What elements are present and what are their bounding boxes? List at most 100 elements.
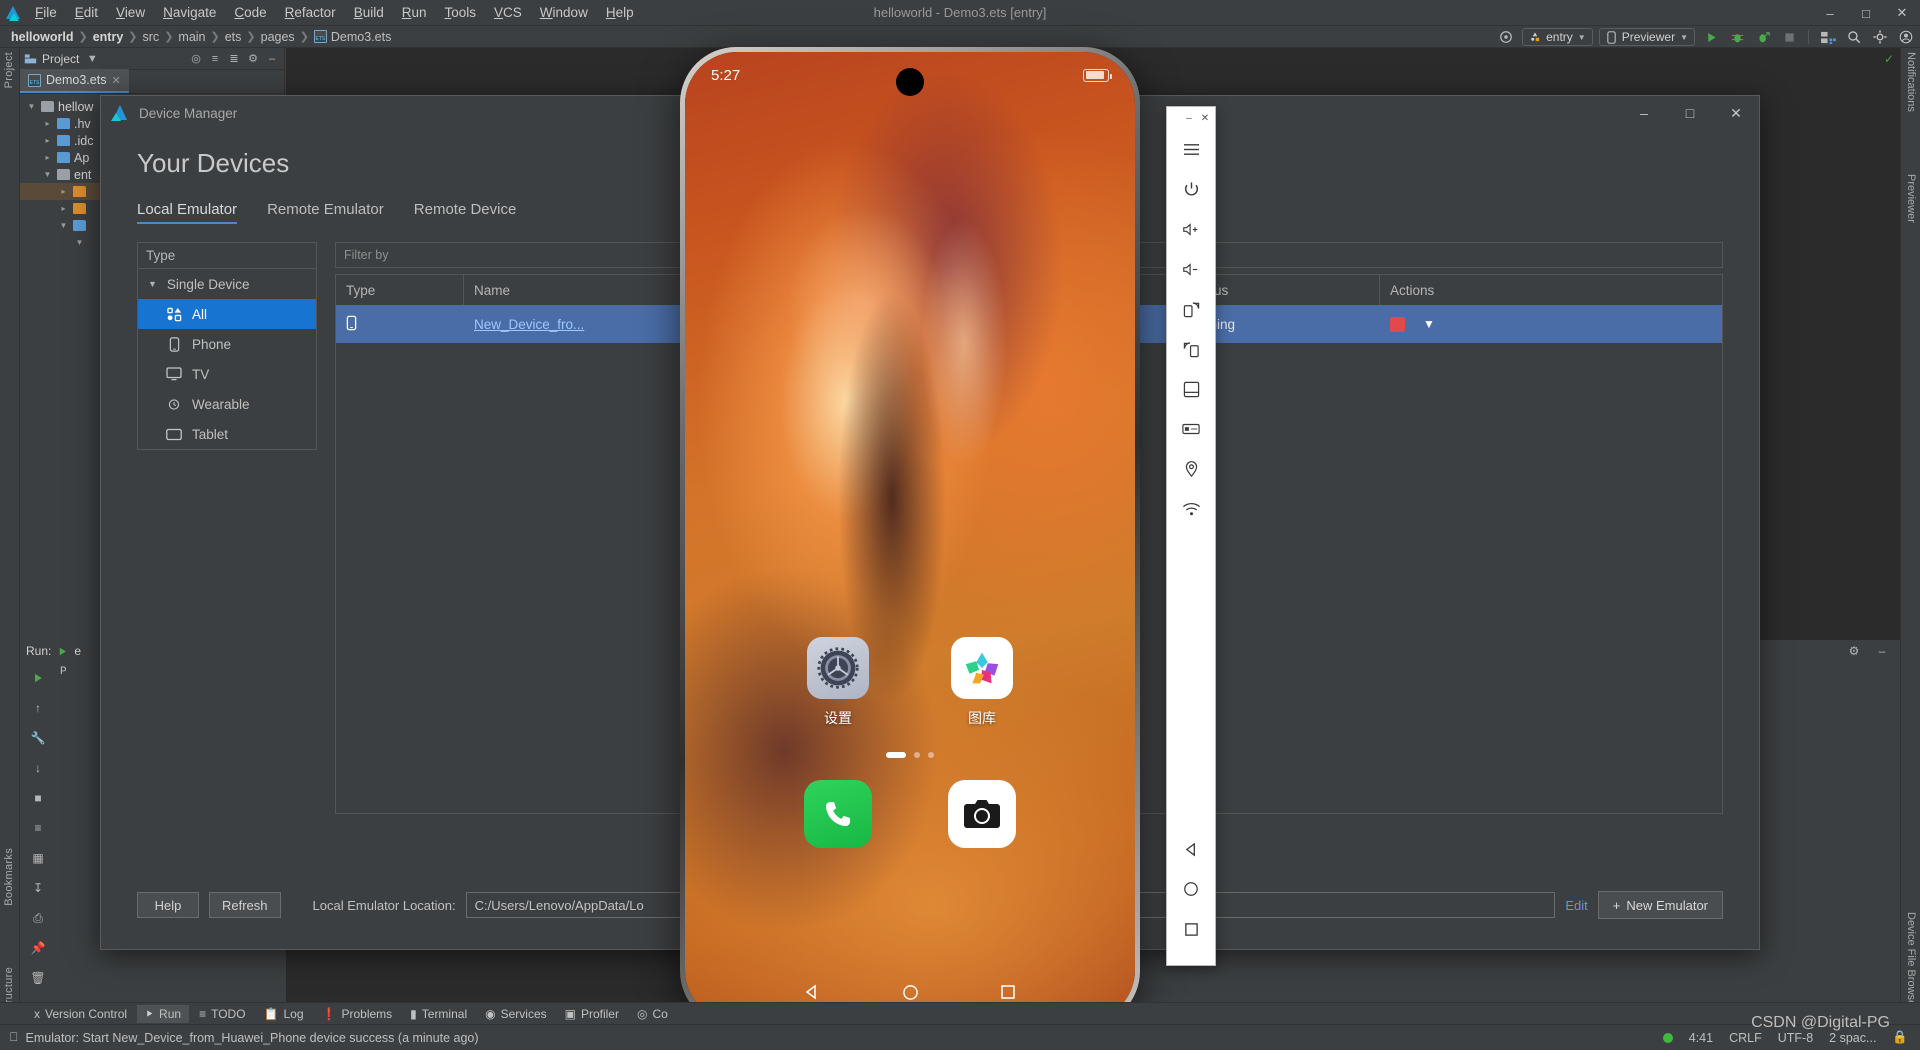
chevron-right-icon[interactable]: ▸	[42, 153, 53, 162]
account-icon[interactable]	[1896, 28, 1916, 46]
tool-window-coverage[interactable]: ◎ Co	[629, 1005, 676, 1023]
delete-icon[interactable]: 🗑	[28, 968, 48, 988]
device-name-link[interactable]: New_Device_fro...	[474, 317, 584, 332]
type-filter-tv[interactable]: TV	[138, 359, 316, 389]
print-icon[interactable]: ⎙	[28, 908, 48, 928]
menu-item-build[interactable]: Build	[345, 2, 393, 23]
home-icon[interactable]	[1167, 869, 1215, 909]
breadcrumb-ets[interactable]: ets	[222, 30, 245, 44]
file-encoding[interactable]: UTF-8	[1778, 1031, 1813, 1045]
wrench-icon[interactable]: 🔧	[28, 728, 48, 748]
tab-local-emulator[interactable]: Local Emulator	[137, 201, 238, 224]
caret-position[interactable]: 4:41	[1689, 1031, 1713, 1045]
rotate-left-icon[interactable]	[1167, 289, 1215, 329]
emulator-screen[interactable]: 5:27 设置 图库	[685, 52, 1135, 1022]
collapse-all-icon[interactable]: ≣	[226, 51, 242, 67]
wifi-icon[interactable]	[1167, 489, 1215, 529]
menu-item-file[interactable]: File	[26, 2, 66, 23]
chevron-down-icon[interactable]: ▼	[58, 221, 69, 230]
sidebar-tab-device-file-browser[interactable]: Device File Browser	[1905, 912, 1917, 1010]
stop-icon[interactable]	[1779, 28, 1799, 46]
column-header-type[interactable]: Type	[336, 275, 464, 305]
expand-all-icon[interactable]: ≡	[207, 51, 223, 67]
run-with-profiler-icon[interactable]	[1753, 28, 1773, 46]
home-icon[interactable]	[900, 982, 920, 1002]
sidebar-tab-project[interactable]: Project	[3, 52, 15, 88]
back-icon[interactable]	[802, 982, 822, 1002]
tool-window-terminal[interactable]: ▮ Terminal	[402, 1005, 475, 1023]
page-dot[interactable]	[928, 752, 934, 758]
type-filter-wearable[interactable]: Wearable	[138, 389, 316, 419]
dialog-minimize-button[interactable]: –	[1621, 96, 1667, 130]
type-filter-tablet[interactable]: Tablet	[138, 419, 316, 449]
page-dot-active[interactable]	[886, 752, 906, 758]
status-message[interactable]: Emulator: Start New_Device_from_Huawei_P…	[26, 1031, 479, 1045]
breadcrumb-src[interactable]: src	[140, 30, 163, 44]
page-dot[interactable]	[914, 752, 920, 758]
refresh-button[interactable]: Refresh	[209, 892, 281, 918]
column-header-name[interactable]: Name	[464, 275, 712, 305]
rerun-icon[interactable]	[28, 668, 48, 688]
chevron-down-icon[interactable]: ▼	[84, 51, 100, 67]
pin-icon[interactable]: 📌	[28, 938, 48, 958]
scroll-end-icon[interactable]: ↧	[28, 878, 48, 898]
chevron-right-icon[interactable]: ▸	[42, 136, 53, 145]
line-separator[interactable]: CRLF	[1729, 1031, 1762, 1045]
rotate-right-icon[interactable]	[1167, 329, 1215, 369]
breadcrumb-entry[interactable]: entry	[90, 30, 127, 44]
dialog-maximize-button[interactable]: □	[1667, 96, 1713, 130]
tool-window-profiler[interactable]: ▣ Profiler	[557, 1005, 627, 1023]
help-button[interactable]: Help	[137, 892, 199, 918]
volume-up-icon[interactable]	[1167, 209, 1215, 249]
maximize-button[interactable]: □	[1848, 0, 1884, 26]
control-panel-close-button[interactable]: ✕	[1199, 113, 1211, 124]
chevron-right-icon[interactable]: ▸	[58, 204, 69, 213]
debug-icon[interactable]	[1727, 28, 1747, 46]
menu-item-vcs[interactable]: VCS	[485, 2, 531, 23]
sidebar-tab-previewer[interactable]: Previewer	[1905, 174, 1917, 223]
device-selector[interactable]: Previewer ▼	[1598, 28, 1695, 46]
menu-item-edit[interactable]: Edit	[66, 2, 107, 23]
tool-window-version-control[interactable]: x Version Control	[26, 1005, 135, 1023]
module-selector[interactable]: entry ▼	[1522, 28, 1593, 46]
sidebar-tab-bookmarks[interactable]: Bookmarks	[3, 848, 15, 906]
breadcrumb-main[interactable]: main	[175, 30, 208, 44]
edit-link[interactable]: Edit	[1565, 898, 1587, 913]
recents-icon[interactable]	[1167, 909, 1215, 949]
chevron-down-icon[interactable]: ▼	[26, 102, 37, 111]
type-filter-phone[interactable]: Phone	[138, 329, 316, 359]
lock-icon[interactable]: 🔒	[1892, 1030, 1908, 1045]
menu-icon[interactable]	[1167, 129, 1215, 169]
app-gallery[interactable]: 图库	[939, 637, 1025, 728]
chevron-right-icon[interactable]: ▸	[42, 119, 53, 128]
editor-tab-demo3[interactable]: Demo3.ets ✕	[20, 69, 129, 93]
tool-window-services[interactable]: ◉ Services	[477, 1005, 555, 1023]
locate-file-icon[interactable]: ◎	[188, 51, 204, 67]
menu-item-navigate[interactable]: Navigate	[154, 2, 225, 23]
chevron-down-icon[interactable]: ▼	[1423, 317, 1435, 331]
chevron-right-icon[interactable]: ▸	[58, 187, 69, 196]
stop-icon[interactable]: ■	[28, 788, 48, 808]
power-icon[interactable]	[1167, 169, 1215, 209]
app-camera[interactable]	[939, 780, 1025, 848]
gear-icon[interactable]	[1870, 28, 1890, 46]
hide-icon[interactable]: –	[264, 51, 280, 67]
tool-window-problems[interactable]: ❗ Problems	[314, 1005, 401, 1023]
tab-remote-emulator[interactable]: Remote Emulator	[267, 201, 384, 224]
hide-icon[interactable]: –	[1872, 641, 1892, 661]
chevron-down-icon[interactable]: ▼	[42, 170, 53, 179]
type-group-single-device[interactable]: ▼ Single Device	[138, 269, 316, 299]
recents-icon[interactable]	[998, 982, 1018, 1002]
settings-icon[interactable]: ⚙	[1844, 641, 1864, 661]
menu-item-view[interactable]: View	[107, 2, 154, 23]
menu-item-help[interactable]: Help	[597, 2, 643, 23]
indent-setting[interactable]: 2 spac...	[1829, 1031, 1876, 1045]
run-icon[interactable]	[1701, 28, 1721, 46]
device-manager-icon[interactable]	[1818, 28, 1838, 46]
soft-wrap-icon[interactable]: ≡	[28, 818, 48, 838]
location-icon[interactable]	[1167, 449, 1215, 489]
breadcrumb-pages[interactable]: pages	[258, 30, 298, 44]
scroll-up-icon[interactable]: ↑	[28, 698, 48, 718]
menu-item-tools[interactable]: Tools	[436, 2, 486, 23]
close-button[interactable]: ✕	[1884, 0, 1920, 26]
